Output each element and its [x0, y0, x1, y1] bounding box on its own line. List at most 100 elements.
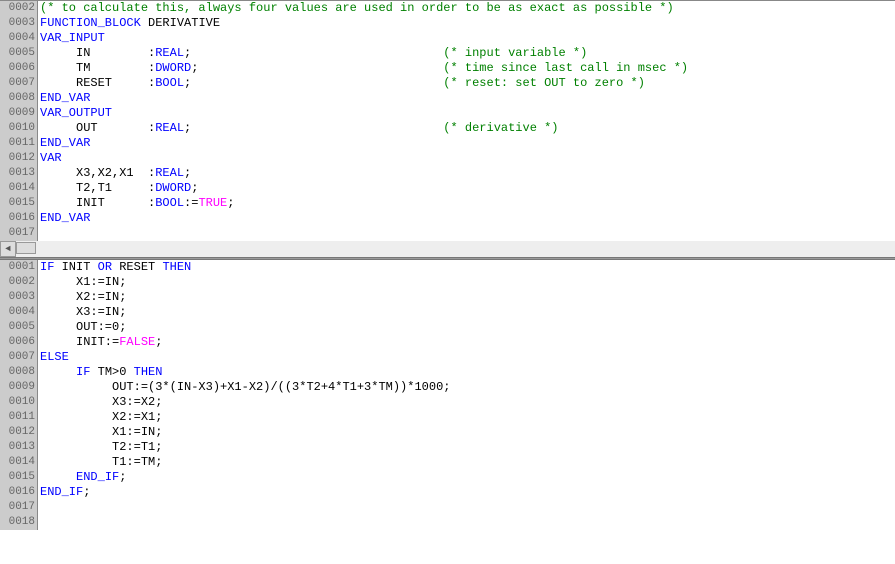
line-number: 0015 [0, 196, 38, 211]
code-content[interactable]: X3,X2,X1 :REAL; [38, 166, 895, 181]
code-content[interactable]: (* to calculate this, always four values… [38, 1, 895, 16]
code-token: T2,T1 : [40, 181, 155, 195]
code-token: THEN [162, 260, 191, 274]
code-content[interactable]: ELSE [38, 350, 895, 365]
code-line[interactable]: 0003FUNCTION_BLOCK DERIVATIVE [0, 16, 895, 31]
code-content[interactable]: X1:=IN; [38, 425, 895, 440]
code-content[interactable]: T2:=T1; [38, 440, 895, 455]
code-content[interactable]: END_IF; [38, 470, 895, 485]
code-line[interactable]: 0010 X3:=X2; [0, 395, 895, 410]
code-content[interactable]: T1:=TM; [38, 455, 895, 470]
code-token: RESET [112, 260, 162, 274]
code-token: X2:=IN; [40, 290, 126, 304]
code-line[interactable]: 0008 IF TM>0 THEN [0, 365, 895, 380]
code-content[interactable]: TM :DWORD; (* time since last call in ms… [38, 61, 895, 76]
code-line[interactable]: 0013 T2:=T1; [0, 440, 895, 455]
code-line[interactable]: 0012VAR [0, 151, 895, 166]
code-content[interactable]: INIT:=FALSE; [38, 335, 895, 350]
line-number: 0016 [0, 485, 38, 500]
code-content[interactable]: T2,T1 :DWORD; [38, 181, 895, 196]
code-line[interactable]: 0011 X2:=X1; [0, 410, 895, 425]
code-line[interactable]: 0006 TM :DWORD; (* time since last call … [0, 61, 895, 76]
top-code-area[interactable]: 0002(* to calculate this, always four va… [0, 1, 895, 241]
code-token: FALSE [119, 335, 155, 349]
code-content[interactable]: OUT:=0; [38, 320, 895, 335]
code-content[interactable]: OUT:=(3*(IN-X3)+X1-X2)/((3*T2+4*T1+3*TM)… [38, 380, 895, 395]
code-line[interactable]: 0017 [0, 226, 895, 241]
code-content[interactable]: VAR_INPUT [38, 31, 895, 46]
code-line[interactable]: 0002 X1:=IN; [0, 275, 895, 290]
code-token: ELSE [40, 350, 69, 364]
code-line[interactable]: 0011END_VAR [0, 136, 895, 151]
line-number: 0004 [0, 305, 38, 320]
code-line[interactable]: 0007 RESET :BOOL; (* reset: set OUT to z… [0, 76, 895, 91]
code-line[interactable]: 0014 T1:=TM; [0, 455, 895, 470]
line-number: 0002 [0, 1, 38, 16]
code-content[interactable]: RESET :BOOL; (* reset: set OUT to zero *… [38, 76, 895, 91]
code-line[interactable]: 0016END_VAR [0, 211, 895, 226]
scroll-thumb[interactable] [16, 242, 36, 254]
code-content[interactable]: X1:=IN; [38, 275, 895, 290]
code-content[interactable]: END_IF; [38, 485, 895, 500]
code-line[interactable]: 0014 T2,T1 :DWORD; [0, 181, 895, 196]
code-line[interactable]: 0012 X1:=IN; [0, 425, 895, 440]
line-number: 0008 [0, 365, 38, 380]
code-token: X3,X2,X1 : [40, 166, 155, 180]
code-token: THEN [134, 365, 163, 379]
code-token [191, 46, 443, 60]
code-content[interactable] [38, 226, 895, 241]
horizontal-scrollbar[interactable]: ◄ [0, 241, 895, 257]
code-content[interactable]: X3:=IN; [38, 305, 895, 320]
code-line[interactable]: 0018 [0, 515, 895, 530]
bottom-code-area[interactable]: 0001IF INIT OR RESET THEN0002 X1:=IN;000… [0, 260, 895, 530]
code-line[interactable]: 0003 X2:=IN; [0, 290, 895, 305]
code-line[interactable]: 0006 INIT:=FALSE; [0, 335, 895, 350]
code-content[interactable]: END_VAR [38, 136, 895, 151]
line-number: 0013 [0, 440, 38, 455]
code-line[interactable]: 0013 X3,X2,X1 :REAL; [0, 166, 895, 181]
code-line[interactable]: 0007ELSE [0, 350, 895, 365]
line-number: 0007 [0, 350, 38, 365]
code-line[interactable]: 0009 OUT:=(3*(IN-X3)+X1-X2)/((3*T2+4*T1+… [0, 380, 895, 395]
scroll-track[interactable] [16, 241, 895, 257]
scroll-left-arrow-icon[interactable]: ◄ [0, 241, 16, 257]
code-line[interactable]: 0001IF INIT OR RESET THEN [0, 260, 895, 275]
code-content[interactable]: X2:=X1; [38, 410, 895, 425]
code-line[interactable]: 0015 INIT :BOOL:=TRUE; [0, 196, 895, 211]
code-content[interactable]: FUNCTION_BLOCK DERIVATIVE [38, 16, 895, 31]
code-token: X3:=X2; [40, 395, 162, 409]
code-content[interactable]: END_VAR [38, 91, 895, 106]
code-line[interactable]: 0015 END_IF; [0, 470, 895, 485]
code-line[interactable]: 0002(* to calculate this, always four va… [0, 1, 895, 16]
code-content[interactable]: IF TM>0 THEN [38, 365, 895, 380]
line-number: 0014 [0, 181, 38, 196]
code-token [191, 76, 443, 90]
code-line[interactable]: 0009VAR_OUTPUT [0, 106, 895, 121]
code-token: FUNCTION_BLOCK [40, 16, 141, 30]
code-content[interactable] [38, 515, 895, 530]
code-line[interactable]: 0005 OUT:=0; [0, 320, 895, 335]
line-number: 0006 [0, 61, 38, 76]
code-line[interactable]: 0005 IN :REAL; (* input variable *) [0, 46, 895, 61]
code-content[interactable]: IN :REAL; (* input variable *) [38, 46, 895, 61]
code-content[interactable]: VAR [38, 151, 895, 166]
code-content[interactable]: OUT :REAL; (* derivative *) [38, 121, 895, 136]
code-line[interactable]: 0004 X3:=IN; [0, 305, 895, 320]
code-content[interactable]: INIT :BOOL:=TRUE; [38, 196, 895, 211]
code-content[interactable]: X2:=IN; [38, 290, 895, 305]
line-number: 0016 [0, 211, 38, 226]
code-content[interactable]: VAR_OUTPUT [38, 106, 895, 121]
line-number: 0009 [0, 106, 38, 121]
code-line[interactable]: 0016END_IF; [0, 485, 895, 500]
line-number: 0003 [0, 16, 38, 31]
code-content[interactable]: END_VAR [38, 211, 895, 226]
code-line[interactable]: 0017 [0, 500, 895, 515]
code-token: BOOL [155, 76, 184, 90]
code-content[interactable] [38, 500, 895, 515]
code-line[interactable]: 0008END_VAR [0, 91, 895, 106]
code-line[interactable]: 0010 OUT :REAL; (* derivative *) [0, 121, 895, 136]
code-line[interactable]: 0004VAR_INPUT [0, 31, 895, 46]
code-content[interactable]: IF INIT OR RESET THEN [38, 260, 895, 275]
line-number: 0014 [0, 455, 38, 470]
code-content[interactable]: X3:=X2; [38, 395, 895, 410]
